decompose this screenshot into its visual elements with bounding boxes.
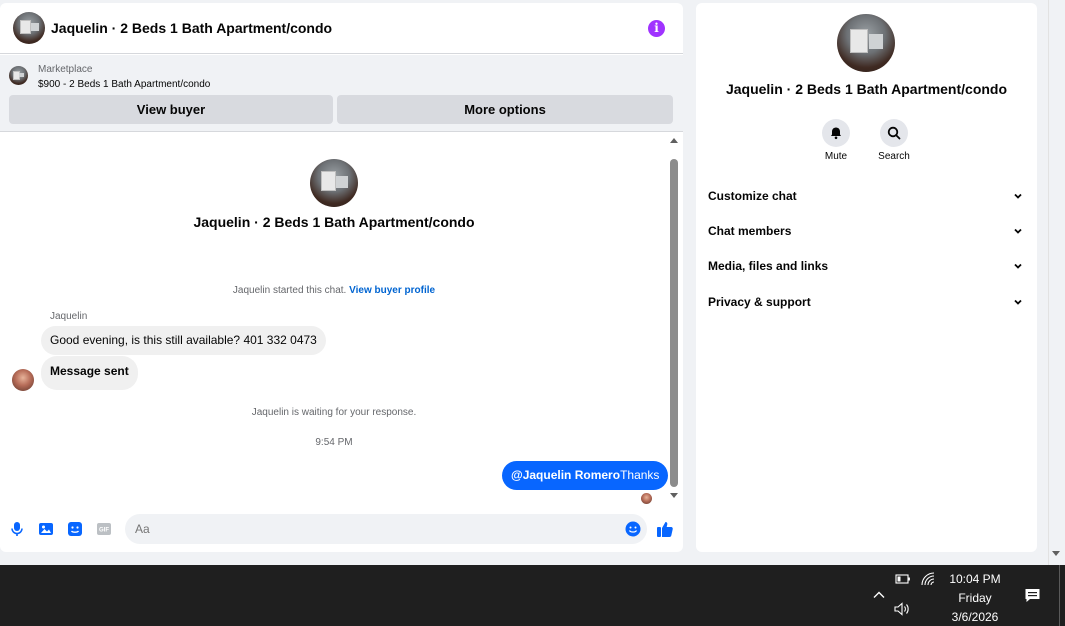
chat-avatar[interactable] [13, 12, 45, 44]
scroll-up-arrow[interactable] [670, 138, 678, 143]
clock-day: Friday [958, 591, 992, 605]
info-title: Jaquelin · 2 Beds 1 Bath Apartment/condo [725, 81, 1008, 97]
chat-panel: Jaquelin · 2 Beds 1 Bath Apartment/condo… [0, 3, 683, 552]
customize-chat-section[interactable]: Customize chat [708, 186, 1026, 206]
volume-icon[interactable] [893, 601, 911, 617]
chevron-down-icon [1014, 193, 1022, 199]
chevron-down-icon [1014, 299, 1022, 305]
chat-started-text: Jaquelin started this chat. [232, 285, 347, 296]
incoming-message[interactable]: Good evening, is this still available? 4… [41, 326, 326, 355]
incoming-message[interactable]: Message sent [41, 356, 138, 390]
message-list: Jaquelin · 2 Beds 1 Bath Apartment/condo… [0, 133, 683, 504]
message-timestamp: 9:54 PM [315, 437, 353, 448]
outgoing-text: Thanks [620, 468, 660, 482]
show-desktop-button[interactable] [1059, 565, 1060, 626]
listing-title[interactable]: $900 - 2 Beds 1 Bath Apartment/condo [38, 79, 210, 90]
sender-avatar[interactable] [12, 369, 34, 391]
message-input[interactable] [125, 514, 647, 544]
section-label: Media, files and links [708, 259, 829, 273]
media-files-links-section[interactable]: Media, files and links [708, 256, 1026, 276]
composer: GIF [0, 513, 683, 545]
info-avatar[interactable] [837, 14, 895, 72]
search-icon [887, 126, 901, 140]
mute-label: Mute [824, 151, 848, 162]
search-circle[interactable] [880, 119, 908, 147]
sticker-icon[interactable] [67, 521, 83, 537]
chat-started-notice: Jaquelin started this chat. View buyer p… [0, 285, 668, 296]
search-label: Search [878, 151, 910, 162]
chat-header: Jaquelin · 2 Beds 1 Bath Apartment/condo… [0, 3, 683, 54]
page-scroll-down-arrow[interactable] [1052, 551, 1060, 556]
windows-taskbar: 10:04 PM Friday 3/6/2026 [0, 565, 1065, 626]
info-icon[interactable]: i [648, 20, 665, 37]
gif-icon[interactable]: GIF [96, 521, 112, 537]
marketplace-bar: Marketplace $900 - 2 Beds 1 Bath Apartme… [0, 55, 683, 132]
listing-thumbnail[interactable] [9, 66, 28, 85]
conversation-avatar [310, 159, 358, 207]
svg-text:GIF: GIF [99, 528, 109, 534]
chevron-up-icon[interactable] [872, 588, 886, 602]
emoji-icon[interactable] [625, 521, 641, 537]
photo-icon[interactable] [38, 521, 54, 537]
section-label: Customize chat [708, 189, 797, 203]
system-clock[interactable]: 10:04 PM Friday 3/6/2026 [940, 570, 1010, 626]
section-label: Chat members [708, 224, 792, 238]
marketplace-label: Marketplace [38, 64, 93, 75]
chat-title[interactable]: Jaquelin · 2 Beds 1 Bath Apartment/condo [51, 20, 332, 36]
view-buyer-profile-link[interactable]: View buyer profile [349, 285, 435, 296]
bell-icon [831, 127, 841, 140]
chat-info-panel: Jaquelin · 2 Beds 1 Bath Apartment/condo… [696, 3, 1037, 552]
clock-date: 3/6/2026 [951, 610, 999, 624]
clock-time: 10:04 PM [949, 572, 1001, 586]
waiting-notice: Jaquelin is waiting for your response. [251, 407, 417, 418]
search-button[interactable]: Search [869, 119, 919, 162]
microphone-icon[interactable] [9, 521, 25, 537]
wifi-icon[interactable] [920, 571, 936, 587]
thumbs-up-icon[interactable] [656, 520, 674, 538]
chevron-down-icon [1014, 263, 1022, 269]
conversation-title: Jaquelin · 2 Beds 1 Bath Apartment/condo [193, 214, 475, 230]
message-scrollbar[interactable] [670, 159, 678, 487]
section-label: Privacy & support [708, 295, 811, 309]
privacy-support-section[interactable]: Privacy & support [708, 292, 1026, 312]
seen-receipt-avatar [641, 493, 652, 504]
mute-button[interactable]: Mute [811, 119, 861, 162]
more-options-button[interactable]: More options [337, 95, 673, 124]
chevron-down-icon [1014, 228, 1022, 234]
chat-members-section[interactable]: Chat members [708, 221, 1026, 241]
mute-circle[interactable] [822, 119, 850, 147]
view-buyer-button[interactable]: View buyer [9, 95, 333, 124]
scroll-down-arrow[interactable] [670, 493, 678, 498]
outgoing-message[interactable]: @Jaquelin RomeroThanks [502, 461, 669, 490]
page-scrollbar[interactable] [1048, 0, 1049, 565]
sender-name: Jaquelin [50, 311, 88, 322]
notifications-icon[interactable] [1024, 587, 1041, 604]
battery-icon[interactable] [895, 573, 911, 585]
mention[interactable]: @Jaquelin Romero [511, 468, 620, 482]
